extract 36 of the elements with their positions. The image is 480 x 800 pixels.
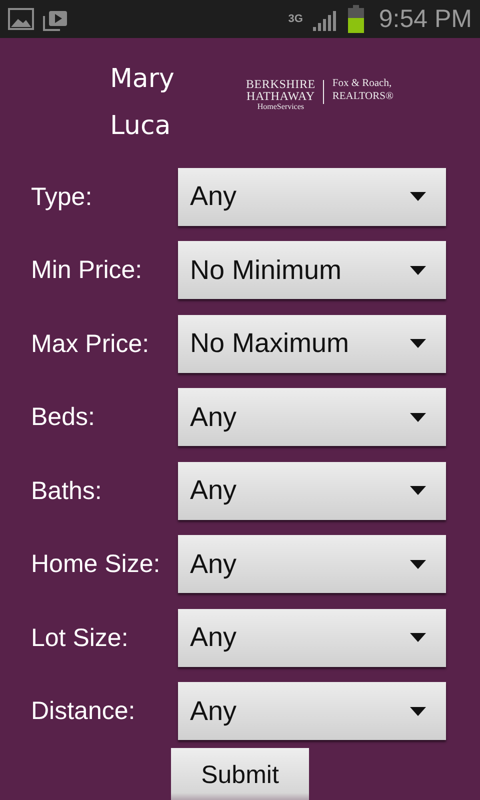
caret-icon bbox=[410, 560, 426, 569]
submit-button[interactable]: Submit bbox=[171, 748, 309, 800]
agent-name: Mary bbox=[110, 63, 176, 96]
caret-icon bbox=[410, 266, 426, 275]
image-icon bbox=[8, 8, 34, 30]
dropdown[interactable]: Any bbox=[178, 388, 446, 446]
logo-text: REALTORS® bbox=[332, 90, 394, 103]
caret-icon bbox=[410, 339, 426, 348]
field-label: Type: bbox=[31, 182, 94, 212]
dropdown[interactable]: Any bbox=[178, 168, 446, 226]
field-label: Max Price: bbox=[31, 328, 150, 359]
caret-icon bbox=[410, 633, 426, 642]
dropdown[interactable]: Any bbox=[178, 462, 446, 520]
dropdown[interactable]: Any bbox=[178, 535, 446, 594]
caret-icon bbox=[410, 192, 426, 202]
logo-text: Fox & Roach, bbox=[332, 78, 392, 90]
logo-text: HATHAWAY bbox=[246, 90, 315, 102]
dropdown[interactable]: Any bbox=[178, 608, 446, 667]
dropdown[interactable]: No Maximum bbox=[178, 314, 446, 373]
clock-time: 9:54 PM bbox=[378, 4, 472, 34]
field-label: Lot Size: bbox=[31, 622, 130, 653]
caret-icon bbox=[410, 486, 426, 496]
battery-icon bbox=[346, 5, 365, 33]
logo-text: BERKSHIRE bbox=[246, 78, 316, 90]
dropdown[interactable]: No Minimum bbox=[178, 241, 446, 300]
field-label: Home Size: bbox=[31, 549, 162, 580]
field-label: Baths: bbox=[31, 476, 103, 506]
field-label: Min Price: bbox=[31, 255, 144, 286]
dropdown[interactable]: Any bbox=[178, 682, 446, 740]
field-label: Distance: bbox=[31, 696, 136, 726]
network-type: 3G bbox=[288, 14, 303, 24]
caret-icon bbox=[410, 412, 426, 422]
caret-icon bbox=[410, 706, 426, 716]
field-label: Beds: bbox=[31, 402, 96, 432]
agent-name: Luca bbox=[110, 110, 172, 143]
logo-text: HomeServices bbox=[257, 102, 304, 112]
